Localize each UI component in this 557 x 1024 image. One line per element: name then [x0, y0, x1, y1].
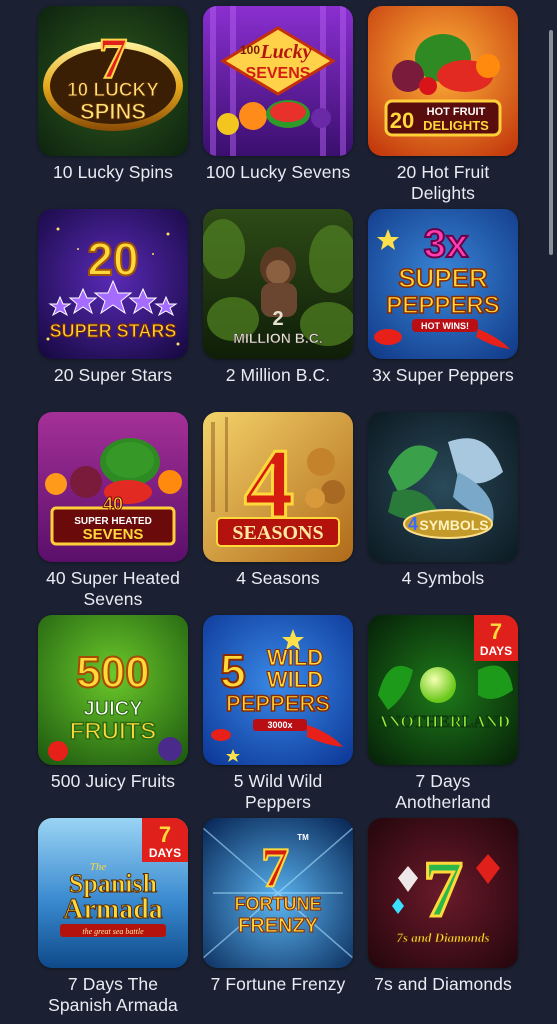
svg-text:100: 100 [240, 43, 260, 57]
game-tile-20-hot-fruit-delights[interactable]: 20 HOT FRUIT DELIGHTS 20 Hot Fruit Delig… [368, 6, 518, 203]
game-title[interactable]: 4 Symbols [368, 568, 518, 589]
svg-text:7: 7 [490, 619, 502, 644]
svg-text:10 LUCKY: 10 LUCKY [67, 80, 159, 101]
game-tile-3x-super-peppers[interactable]: 3x SUPER PEPPERS HOT WINS! 3x Super Pepp… [368, 209, 518, 402]
game-title[interactable]: 20 Super Stars [38, 365, 188, 386]
game-title[interactable]: 4 Seasons [203, 568, 353, 589]
svg-text:HOT FRUIT: HOT FRUIT [427, 106, 486, 118]
svg-text:Lucky: Lucky [259, 41, 311, 63]
svg-text:7: 7 [159, 822, 171, 847]
game-title[interactable]: 7 Days The Spanish Armada [38, 974, 188, 1016]
svg-text:4: 4 [408, 514, 418, 534]
svg-text:HOT WINS!: HOT WINS! [421, 321, 469, 331]
svg-text:PEPPERS: PEPPERS [386, 292, 499, 319]
game-title[interactable]: 10 Lucky Spins [38, 162, 188, 183]
game-thumbnail[interactable]: 100 Lucky SEVENS [203, 6, 353, 156]
svg-text:20: 20 [390, 108, 414, 133]
svg-text:SEVENS: SEVENS [83, 526, 144, 543]
game-tile-100-lucky-sevens[interactable]: 100 Lucky SEVENS 100 Lucky Sevens [203, 6, 353, 199]
game-thumbnail[interactable]: 5 WILD WILD PEPPERS 3000x [203, 615, 353, 765]
game-tile-20-super-stars[interactable]: 20 SUPER STARS 20 Super Stars [38, 209, 188, 402]
svg-text:MILLION B.C.: MILLION B.C. [233, 330, 322, 346]
game-thumbnail[interactable]: 500 JUICY FRUITS [38, 615, 188, 765]
game-tile-7-fortune-frenzy[interactable]: 7 TM FORTUNE FRENZY 7 Fortune Frenzy [203, 818, 353, 1011]
game-tile-40-super-heated-sevens[interactable]: 40 SUPER HEATED SEVENS 40 Super Heated S… [38, 412, 188, 609]
svg-text:DAYS: DAYS [480, 644, 512, 658]
game-title[interactable]: 40 Super Heated Sevens [38, 568, 188, 610]
svg-text:7s and Diamonds: 7s and Diamonds [396, 930, 489, 945]
scrollbar[interactable] [549, 30, 553, 255]
game-thumbnail[interactable]: 2 MILLION B.C. [203, 209, 353, 359]
svg-text:SEVENS: SEVENS [246, 65, 311, 82]
game-title[interactable]: 5 Wild Wild Peppers [203, 771, 353, 813]
svg-text:40: 40 [103, 494, 123, 514]
game-thumbnail[interactable]: 20 SUPER STARS [38, 209, 188, 359]
game-tile-10-lucky-spins[interactable]: 7 10 LUCKY SPINS 10 Lucky Spins [38, 6, 188, 199]
game-thumbnail[interactable]: 3x SUPER PEPPERS HOT WINS! [368, 209, 518, 359]
svg-text:2: 2 [272, 308, 283, 330]
svg-text:WILD: WILD [267, 667, 323, 692]
game-title[interactable]: 7 Days Anotherland [368, 771, 518, 813]
svg-text:the great sea battle: the great sea battle [82, 927, 144, 936]
svg-text:DAYS: DAYS [149, 846, 181, 860]
game-tile-7-days-anotherland[interactable]: 7 DAYS ANOTHERLAND 7 Days Anotherland [368, 615, 518, 812]
game-thumbnail[interactable]: 7 DAYS ANOTHERLAND [368, 615, 518, 765]
svg-text:ANOTHERLAND: ANOTHERLAND [376, 712, 510, 731]
game-grid: 7 10 LUCKY SPINS 10 Lucky Spins 100 Luck… [38, 6, 518, 1015]
game-title[interactable]: 100 Lucky Sevens [203, 162, 353, 183]
svg-text:3x: 3x [424, 222, 469, 266]
svg-text:SYMBOLS: SYMBOLS [419, 517, 488, 533]
game-tile-7s-and-diamonds[interactable]: 7 7s and Diamonds 7s and Diamonds [368, 818, 518, 1011]
game-tile-4-symbols[interactable]: 4 SYMBOLS 4 Symbols [368, 412, 518, 605]
svg-text:DELIGHTS: DELIGHTS [423, 118, 489, 133]
game-thumbnail[interactable]: 4 SEASONS [203, 412, 353, 562]
svg-text:500: 500 [76, 648, 149, 697]
svg-text:5: 5 [220, 645, 246, 697]
game-title[interactable]: 500 Juicy Fruits [38, 771, 188, 792]
game-tile-4-seasons[interactable]: 4 SEASONS 4 Seasons [203, 412, 353, 605]
svg-text:7: 7 [261, 837, 289, 899]
game-title[interactable]: 2 Million B.C. [203, 365, 353, 386]
svg-text:TM: TM [297, 833, 309, 842]
svg-text:SEASONS: SEASONS [232, 522, 323, 544]
svg-text:7: 7 [423, 846, 463, 934]
game-title[interactable]: 7 Fortune Frenzy [203, 974, 353, 995]
svg-text:FRENZY: FRENZY [238, 915, 319, 937]
game-tile-2-million-bc[interactable]: 2 MILLION B.C. 2 Million B.C. [203, 209, 353, 402]
game-thumbnail[interactable]: 7 10 LUCKY SPINS [38, 6, 188, 156]
svg-text:FRUITS: FRUITS [70, 718, 157, 745]
game-tile-500-juicy-fruits[interactable]: 500 JUICY FRUITS 500 Juicy Fruits [38, 615, 188, 808]
svg-text:SUPER: SUPER [398, 263, 488, 293]
game-title[interactable]: 3x Super Peppers [368, 365, 518, 386]
svg-text:PEPPERS: PEPPERS [226, 691, 330, 716]
game-tile-7-days-spanish-armada[interactable]: 7 DAYS The Spanish Armada the great sea … [38, 818, 188, 1015]
game-thumbnail[interactable]: 7 7s and Diamonds [368, 818, 518, 968]
game-thumbnail[interactable]: 40 SUPER HEATED SEVENS [38, 412, 188, 562]
svg-text:SUPER STARS: SUPER STARS [50, 321, 177, 341]
game-title[interactable]: 7s and Diamonds [368, 974, 518, 995]
svg-text:Armada: Armada [63, 894, 163, 925]
svg-text:JUICY: JUICY [84, 698, 144, 720]
game-thumbnail[interactable]: 7 TM FORTUNE FRENZY [203, 818, 353, 968]
game-title[interactable]: 20 Hot Fruit Delights [368, 162, 518, 204]
svg-text:SPINS: SPINS [80, 99, 146, 124]
game-thumbnail[interactable]: 20 HOT FRUIT DELIGHTS [368, 6, 518, 156]
game-thumbnail[interactable]: 7 DAYS The Spanish Armada the great sea … [38, 818, 188, 968]
game-tile-5-wild-wild-peppers[interactable]: 5 WILD WILD PEPPERS 3000x 5 Wild Wild Pe… [203, 615, 353, 812]
svg-text:3000x: 3000x [267, 720, 292, 730]
svg-text:20: 20 [87, 233, 138, 285]
game-thumbnail[interactable]: 4 SYMBOLS [368, 412, 518, 562]
svg-text:FORTUNE: FORTUNE [235, 894, 322, 914]
